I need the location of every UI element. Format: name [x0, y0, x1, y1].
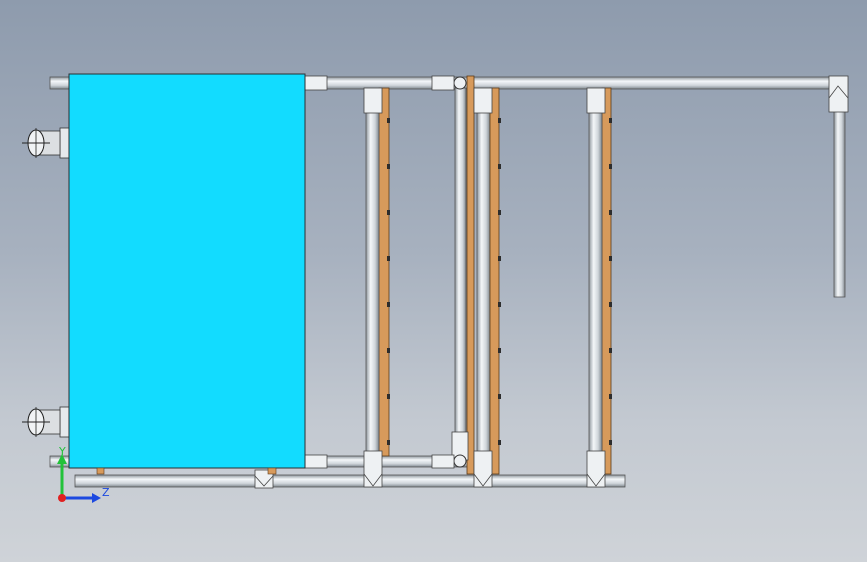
frame1-post	[365, 104, 380, 456]
rail-bolt	[498, 394, 501, 399]
lower-hinge	[453, 454, 467, 468]
triad-x-origin	[58, 494, 66, 502]
rail-bolt	[498, 440, 501, 445]
lower-rail-fitting-left	[304, 454, 328, 469]
rail-bolt	[609, 394, 612, 399]
lower-rail-fitting-mid	[431, 454, 455, 469]
frame2-wood-right	[489, 87, 500, 475]
frame3-bottom-fitting	[586, 450, 606, 488]
upper-hinge	[453, 76, 467, 90]
frame1-top-fitting	[363, 87, 383, 114]
rail-bolt	[498, 164, 501, 169]
assembly-model[interactable]	[0, 0, 867, 562]
panel-foot-right	[267, 467, 277, 475]
top-rail-fitting-left	[304, 75, 328, 91]
triad-y-label: Y	[59, 445, 66, 458]
rail-bolt	[609, 164, 612, 169]
bottom-rail	[74, 474, 626, 488]
frame1-wood	[378, 87, 390, 457]
frame3-top-fitting	[586, 87, 606, 114]
triad-z-arrow	[92, 493, 101, 503]
frame2-post-left	[454, 87, 467, 461]
rail-bolt	[387, 256, 390, 261]
rail-bolt	[498, 210, 501, 215]
rail-bolt	[387, 394, 390, 399]
frame2-post-right	[476, 99, 491, 461]
rail-bolt	[387, 440, 390, 445]
rail-bolt	[498, 118, 501, 123]
rail-bolt	[609, 210, 612, 215]
cyan-panel[interactable]	[68, 73, 306, 469]
rail-bolt	[609, 440, 612, 445]
rail-bolt	[387, 210, 390, 215]
frame3-post	[588, 104, 603, 461]
rail-bolt	[387, 302, 390, 307]
rail-bolt	[498, 302, 501, 307]
upper-caster	[22, 127, 71, 159]
frame2-wood	[466, 75, 475, 475]
rail-bolt	[609, 348, 612, 353]
rail-bolt	[498, 256, 501, 261]
lower-caster	[22, 406, 71, 438]
rail-bolt	[387, 164, 390, 169]
rail-bolt	[387, 118, 390, 123]
cad-viewport[interactable]: Y Z	[0, 0, 867, 562]
frame2-top-fitting	[473, 87, 493, 114]
rail-bolt	[609, 302, 612, 307]
rail-bolt	[498, 348, 501, 353]
triad-z-label: Z	[102, 486, 110, 499]
frame3-wood	[601, 87, 612, 475]
rail-bolt	[387, 348, 390, 353]
right-drop-tube	[833, 84, 846, 298]
rail-bolt	[609, 118, 612, 123]
rail-bolt	[609, 256, 612, 261]
top-rail-fitting-mid	[431, 75, 455, 91]
frame2-bottom-fitting	[473, 450, 493, 488]
frame1-bottom-fitting	[363, 450, 383, 488]
